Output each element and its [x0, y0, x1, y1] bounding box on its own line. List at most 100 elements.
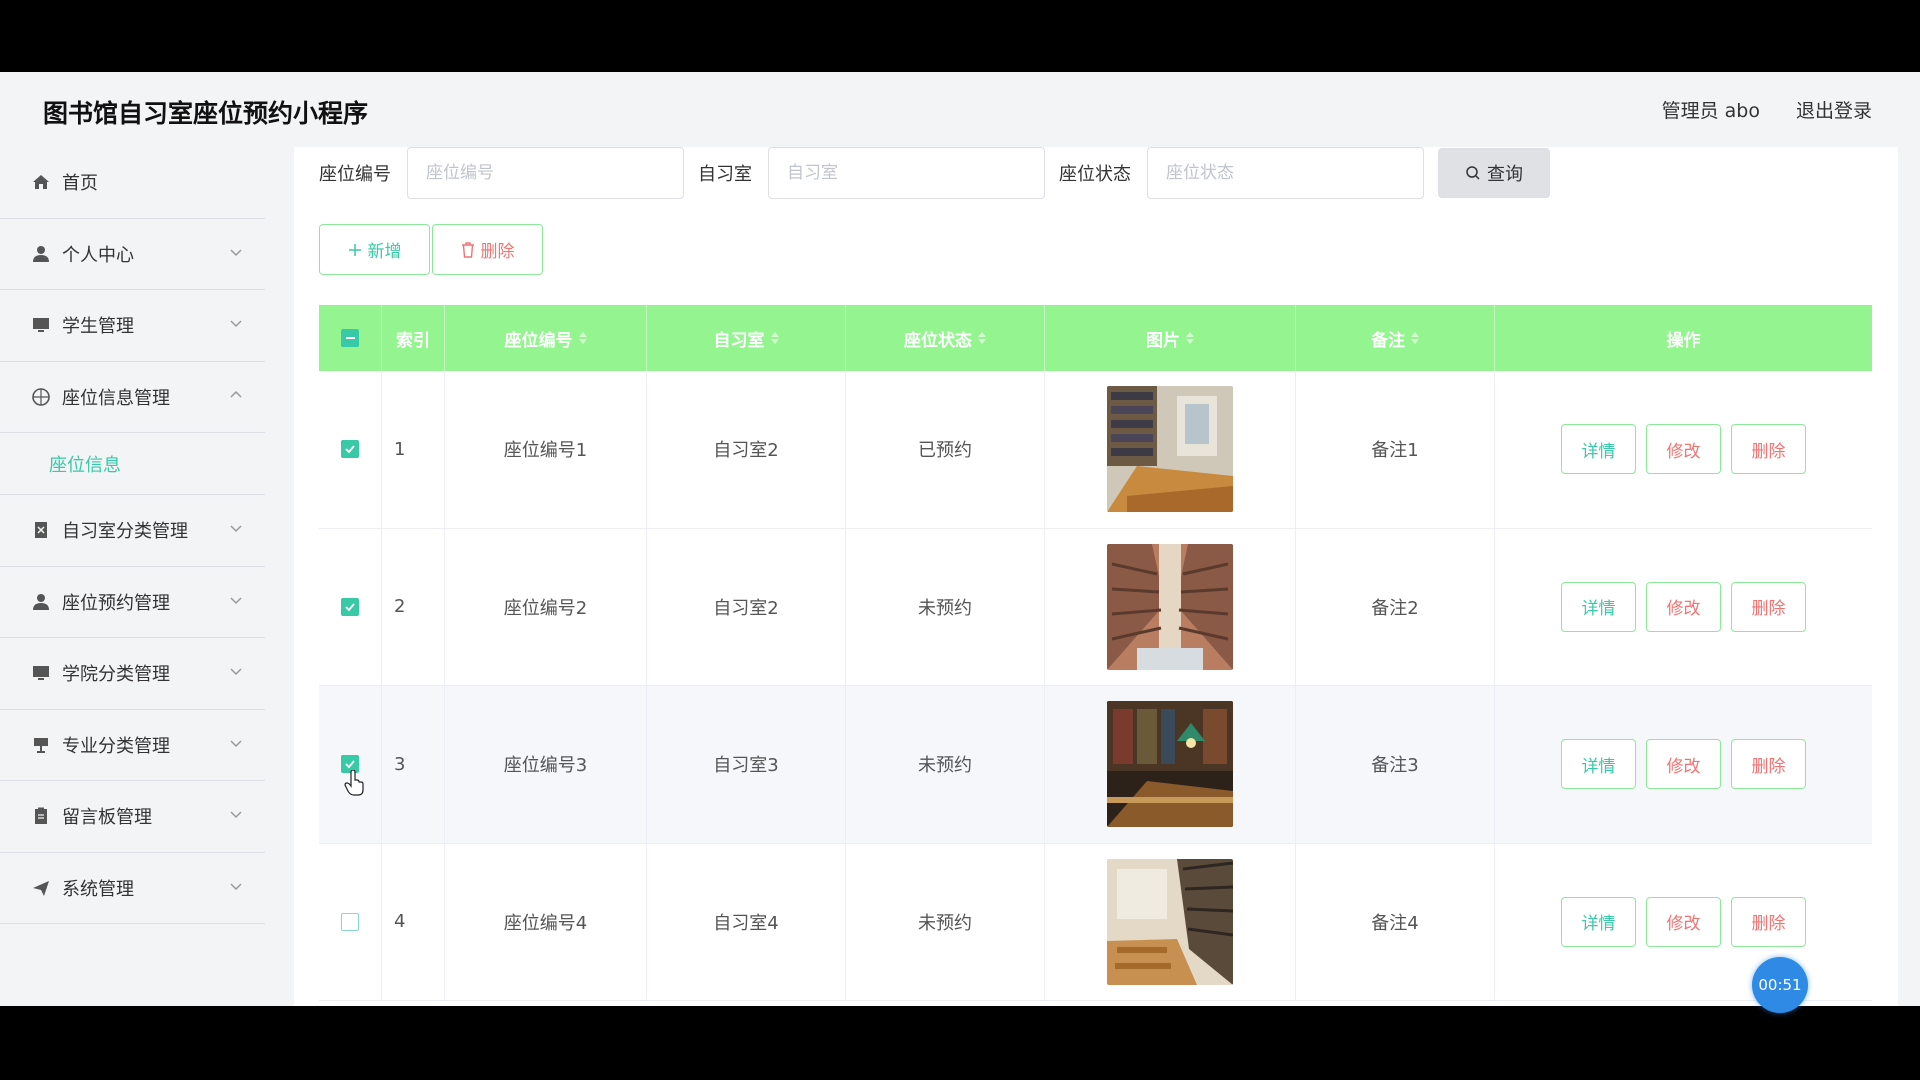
cell-image: [1045, 843, 1296, 1000]
sort-icon[interactable]: [1186, 332, 1194, 344]
check-icon: [345, 445, 355, 454]
add-button[interactable]: 新增: [319, 224, 430, 275]
trash-icon: [461, 241, 474, 258]
detail-button[interactable]: 详情: [1561, 424, 1636, 475]
top-header: 图书馆自习室座位预约小程序 管理员 abo 退出登录: [0, 72, 1920, 147]
monitor-icon: [30, 662, 52, 684]
cell-ops: 详情 修改 删除: [1495, 371, 1872, 528]
sidebar-item-college-category[interactable]: 学院分类管理: [0, 638, 265, 710]
app-window: 图书馆自习室座位预约小程序 管理员 abo 退出登录 首页 个人中心 学生管理: [0, 72, 1920, 1006]
sidebar-item-label: 系统管理: [62, 878, 134, 900]
header-index: 索引: [382, 305, 445, 371]
doc-icon: [30, 519, 52, 541]
seat-photo[interactable]: [1107, 858, 1233, 985]
seat-no-input[interactable]: [407, 147, 684, 199]
send-icon: [30, 877, 52, 899]
sidebar-item-message-board[interactable]: 留言板管理: [0, 781, 265, 853]
cell-image: [1045, 371, 1296, 528]
cell-seat-no: 座位编号2: [445, 528, 647, 685]
cell-ops: 详情 修改 删除: [1495, 844, 1872, 1001]
sidebar-item-label: 学生管理: [62, 316, 134, 338]
edit-button[interactable]: 修改: [1646, 739, 1721, 790]
action-bar: 新增 删除: [319, 224, 543, 275]
edit-button[interactable]: 修改: [1646, 424, 1721, 475]
cell-image: [1045, 528, 1296, 685]
sidebar-subitem-seat-info[interactable]: 座位信息: [0, 433, 265, 495]
sidebar-item-home[interactable]: 首页: [0, 147, 265, 219]
header-note[interactable]: 备注: [1296, 305, 1495, 371]
header-image[interactable]: 图片: [1045, 305, 1296, 371]
seat-photo[interactable]: [1107, 701, 1233, 828]
search-button[interactable]: 查询: [1438, 148, 1550, 198]
row-checkbox[interactable]: [341, 440, 359, 459]
cell-status: 未预约: [846, 686, 1045, 843]
delete-button[interactable]: 删除: [1731, 424, 1806, 475]
sort-icon[interactable]: [1411, 332, 1419, 344]
cell-index: 1: [382, 371, 445, 528]
user-icon: [30, 591, 52, 613]
cell-ops: 详情 修改 删除: [1495, 529, 1872, 686]
hand-cursor-icon: [344, 770, 364, 796]
status-input[interactable]: [1147, 147, 1424, 199]
sidebar-item-students[interactable]: 学生管理: [0, 290, 265, 362]
select-all-checkbox[interactable]: [341, 329, 359, 347]
sort-icon[interactable]: [578, 332, 587, 344]
edit-button[interactable]: 修改: [1646, 581, 1721, 632]
clipboard-icon: [30, 805, 52, 827]
table-header: 索引 座位编号 自习室 座位状态 图片 备注 操作: [319, 305, 1872, 371]
batch-delete-button-label: 删除: [480, 242, 515, 262]
header-room[interactable]: 自习室: [647, 305, 846, 371]
room-input[interactable]: [768, 147, 1045, 199]
seat-photo[interactable]: [1107, 386, 1233, 513]
edit-button[interactable]: 修改: [1646, 896, 1721, 947]
cell-note: 备注3: [1296, 686, 1495, 843]
chevron-down-icon: [230, 525, 242, 533]
delete-button[interactable]: 删除: [1731, 896, 1806, 947]
add-button-label: 新增: [367, 242, 402, 262]
select-cell: [319, 371, 382, 528]
sidebar-item-label: 自习室分类管理: [62, 521, 188, 543]
delete-button[interactable]: 删除: [1731, 581, 1806, 632]
sidebar-item-system[interactable]: 系统管理: [0, 853, 265, 924]
detail-button[interactable]: 详情: [1561, 581, 1636, 632]
sidebar-item-major-category[interactable]: 专业分类管理: [0, 710, 265, 781]
cell-room: 自习室2: [647, 371, 846, 528]
cell-seat-no: 座位编号1: [445, 371, 647, 528]
chevron-down-icon: [230, 596, 242, 604]
delete-button[interactable]: 删除: [1731, 739, 1806, 790]
header-status[interactable]: 座位状态: [846, 305, 1045, 371]
header-note-label: 备注: [1371, 330, 1405, 351]
recording-timer[interactable]: 00:51: [1752, 957, 1808, 1013]
chevron-up-icon: [230, 390, 242, 398]
sidebar-item-profile[interactable]: 个人中心: [0, 219, 265, 290]
table-row: 1 座位编号1 自习室2 已预约 备注1 详情 修改 删除: [319, 371, 1872, 529]
row-checkbox[interactable]: [341, 912, 359, 931]
chevron-down-icon: [230, 811, 242, 819]
seat-photo[interactable]: [1107, 543, 1233, 670]
sort-icon[interactable]: [978, 332, 986, 344]
cell-index: 4: [382, 843, 445, 1000]
sidebar-item-reservations[interactable]: 座位预约管理: [0, 567, 265, 638]
batch-delete-button[interactable]: 删除: [432, 224, 543, 275]
header-ops: 操作: [1666, 330, 1701, 351]
cell-seat-no: 座位编号3: [445, 686, 647, 843]
search-icon: [1466, 166, 1480, 180]
sidebar-item-room-category[interactable]: 自习室分类管理: [0, 495, 265, 567]
detail-button[interactable]: 详情: [1561, 896, 1636, 947]
plus-icon: [348, 243, 361, 256]
sidebar-item-seat-info[interactable]: 座位信息管理: [0, 362, 265, 433]
app-title: 图书馆自习室座位预约小程序: [43, 99, 369, 128]
compass-icon: [30, 386, 52, 408]
sort-icon[interactable]: [770, 332, 779, 344]
cell-status: 已预约: [846, 371, 1045, 528]
cell-room: 自习室3: [647, 686, 846, 843]
detail-button[interactable]: 详情: [1561, 739, 1636, 790]
header-seat-no[interactable]: 座位编号: [445, 305, 647, 371]
cell-seat-no: 座位编号4: [445, 843, 647, 1000]
sidebar-item-label: 座位信息管理: [62, 387, 170, 409]
cell-image: [1045, 686, 1296, 843]
row-checkbox[interactable]: [341, 597, 359, 616]
check-icon: [345, 760, 355, 769]
header-status-label: 座位状态: [904, 330, 972, 351]
logout-link[interactable]: 退出登录: [1796, 96, 1872, 123]
